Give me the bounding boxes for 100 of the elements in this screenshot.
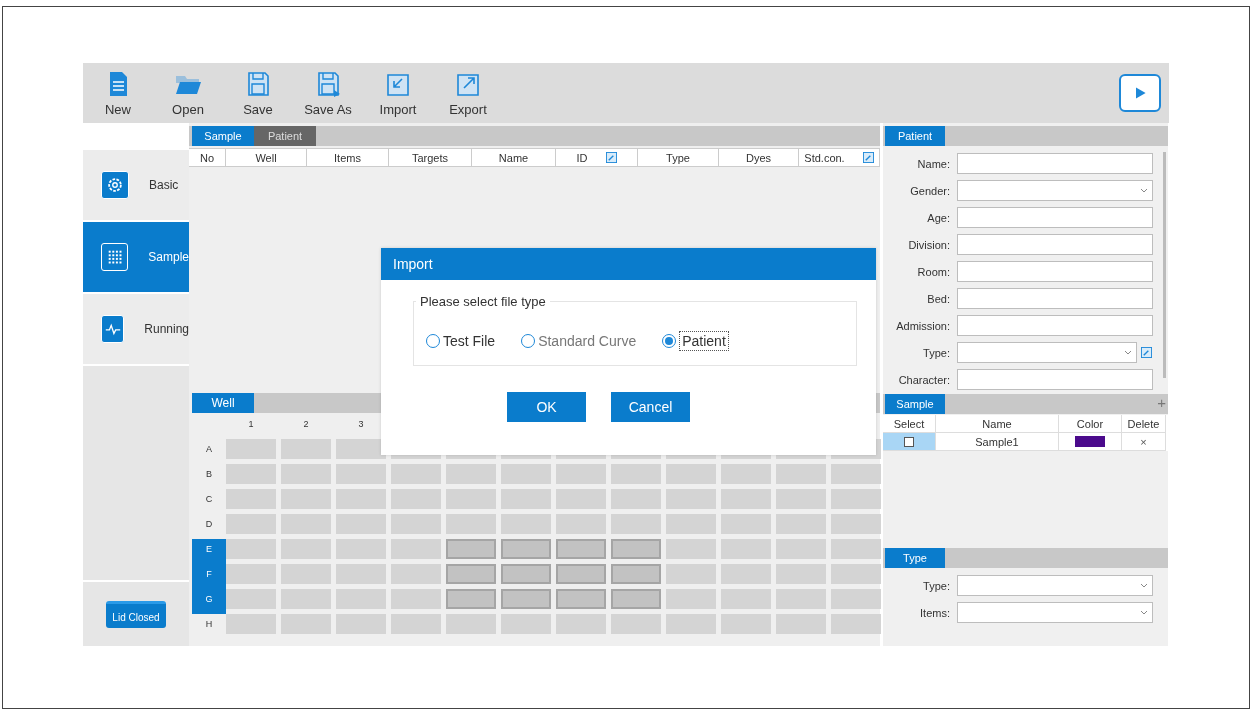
well-cell[interactable] bbox=[226, 589, 276, 609]
play-button[interactable] bbox=[1119, 74, 1161, 112]
toolbar-button[interactable]: Save bbox=[223, 65, 293, 121]
radio-button[interactable] bbox=[521, 334, 536, 348]
well-cell[interactable] bbox=[666, 564, 716, 584]
well-cell[interactable] bbox=[776, 464, 826, 484]
well-cell[interactable] bbox=[226, 564, 276, 584]
tab[interactable]: Patient bbox=[254, 126, 316, 146]
radio-option[interactable]: Patient bbox=[662, 331, 729, 351]
well-cell[interactable] bbox=[391, 614, 441, 634]
radio-button[interactable] bbox=[662, 334, 677, 348]
well-cell[interactable] bbox=[501, 464, 551, 484]
well-cell[interactable] bbox=[281, 464, 331, 484]
well-cell[interactable] bbox=[666, 589, 716, 609]
sidebar-item[interactable]: Basic bbox=[83, 150, 189, 222]
well-cell[interactable] bbox=[336, 539, 386, 559]
well-cell[interactable] bbox=[336, 489, 386, 509]
well-cell[interactable] bbox=[336, 439, 386, 459]
well-cell[interactable] bbox=[281, 614, 331, 634]
panel-tab[interactable]: Sample bbox=[885, 394, 945, 414]
well-cell[interactable] bbox=[281, 589, 331, 609]
well-cell[interactable] bbox=[666, 539, 716, 559]
well-cell[interactable] bbox=[446, 464, 496, 484]
well-cell[interactable] bbox=[776, 489, 826, 509]
well-cell[interactable] bbox=[776, 589, 826, 609]
row-label[interactable]: D bbox=[192, 514, 226, 539]
well-cell[interactable] bbox=[831, 589, 881, 609]
edit-icon[interactable] bbox=[862, 152, 874, 163]
input-field[interactable] bbox=[957, 261, 1153, 282]
well-cell[interactable] bbox=[501, 614, 551, 634]
well-cell[interactable] bbox=[446, 614, 496, 634]
input-field[interactable] bbox=[957, 369, 1153, 390]
well-cell[interactable] bbox=[556, 564, 606, 584]
radio-option[interactable]: Test File bbox=[426, 331, 496, 351]
delete-button[interactable]: × bbox=[1140, 435, 1147, 448]
dropdown-field[interactable] bbox=[957, 575, 1153, 596]
edit-icon[interactable] bbox=[605, 152, 617, 163]
well-cell[interactable] bbox=[281, 564, 331, 584]
well-cell[interactable] bbox=[391, 589, 441, 609]
well-cell[interactable] bbox=[721, 614, 771, 634]
well-cell[interactable] bbox=[336, 614, 386, 634]
well-cell[interactable] bbox=[831, 614, 881, 634]
row-label[interactable]: G bbox=[192, 589, 226, 614]
well-cell[interactable] bbox=[666, 614, 716, 634]
toolbar-button[interactable]: Open bbox=[153, 65, 223, 121]
sidebar-item[interactable]: Running bbox=[83, 294, 189, 366]
well-cell[interactable] bbox=[391, 564, 441, 584]
well-cell[interactable] bbox=[446, 564, 496, 584]
well-cell[interactable] bbox=[446, 539, 496, 559]
well-cell[interactable] bbox=[611, 514, 661, 534]
well-cell[interactable] bbox=[776, 614, 826, 634]
tab[interactable]: Sample bbox=[192, 126, 254, 146]
radio-option[interactable]: Standard Curve bbox=[521, 331, 637, 351]
well-cell[interactable] bbox=[501, 539, 551, 559]
well-cell[interactable] bbox=[831, 564, 881, 584]
well-cell[interactable] bbox=[226, 514, 276, 534]
dropdown-field[interactable] bbox=[957, 180, 1153, 201]
well-cell[interactable] bbox=[446, 489, 496, 509]
radio-button[interactable] bbox=[426, 334, 440, 348]
well-cell[interactable] bbox=[336, 589, 386, 609]
well-cell[interactable] bbox=[226, 614, 276, 634]
panel-tab[interactable]: Type bbox=[885, 548, 945, 568]
well-cell[interactable] bbox=[281, 514, 331, 534]
well-cell[interactable] bbox=[666, 514, 716, 534]
well-cell[interactable] bbox=[556, 589, 606, 609]
input-field[interactable] bbox=[957, 234, 1153, 255]
checkbox[interactable] bbox=[904, 436, 914, 447]
well-cell[interactable] bbox=[831, 514, 881, 534]
well-cell[interactable] bbox=[776, 514, 826, 534]
well-cell[interactable] bbox=[831, 489, 881, 509]
well-cell[interactable] bbox=[776, 564, 826, 584]
row-label[interactable]: B bbox=[192, 464, 226, 489]
well-cell[interactable] bbox=[281, 439, 331, 459]
well-cell[interactable] bbox=[336, 514, 386, 534]
input-field[interactable] bbox=[957, 207, 1153, 228]
well-cell[interactable] bbox=[556, 539, 606, 559]
dropdown-field[interactable] bbox=[957, 342, 1137, 363]
well-cell[interactable] bbox=[336, 464, 386, 484]
well-cell[interactable] bbox=[556, 614, 606, 634]
well-cell[interactable] bbox=[666, 489, 716, 509]
well-cell[interactable] bbox=[556, 514, 606, 534]
cancel-button[interactable]: Cancel bbox=[611, 392, 690, 422]
color-swatch[interactable] bbox=[1075, 436, 1105, 447]
well-cell[interactable] bbox=[721, 464, 771, 484]
well-cell[interactable] bbox=[721, 514, 771, 534]
well-cell[interactable] bbox=[556, 464, 606, 484]
toolbar-button[interactable]: Save As bbox=[293, 65, 363, 121]
well-cell[interactable] bbox=[611, 564, 661, 584]
ok-button[interactable]: OK bbox=[507, 392, 586, 422]
row-label[interactable]: C bbox=[192, 489, 226, 514]
well-cell[interactable] bbox=[556, 489, 606, 509]
input-field[interactable] bbox=[957, 153, 1153, 174]
well-cell[interactable] bbox=[721, 489, 771, 509]
panel-tab[interactable]: Patient bbox=[885, 126, 945, 146]
row-label[interactable]: H bbox=[192, 614, 226, 639]
input-field[interactable] bbox=[957, 315, 1153, 336]
well-cell[interactable] bbox=[611, 614, 661, 634]
well-cell[interactable] bbox=[446, 589, 496, 609]
row-label[interactable]: A bbox=[192, 439, 226, 464]
lid-status-button[interactable]: Lid Closed bbox=[106, 600, 166, 628]
